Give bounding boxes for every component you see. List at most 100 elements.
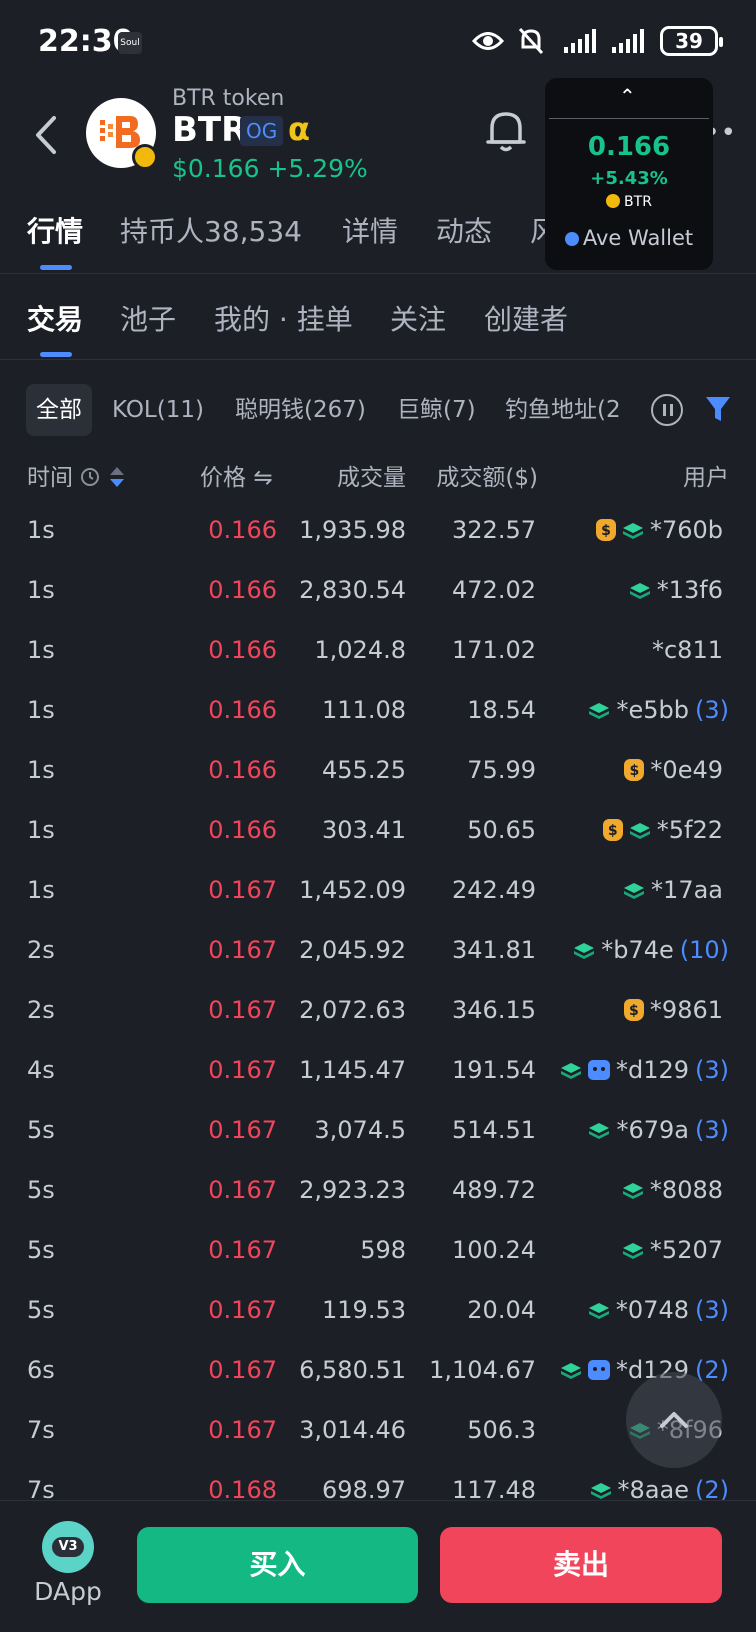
- trade-row[interactable]: 5s 0.167 598 100.24 *5207: [0, 1222, 756, 1282]
- trade-price: 0.166: [208, 696, 277, 724]
- trade-row[interactable]: 1s 0.166 1,935.98 322.57 $ *760b: [0, 502, 756, 562]
- trade-user[interactable]: *e5bb (3): [588, 696, 729, 724]
- trade-user[interactable]: *679a (3): [588, 1116, 729, 1144]
- layers-icon: [560, 1360, 582, 1380]
- trade-user[interactable]: *b74e (10): [573, 936, 729, 964]
- scroll-to-top-button[interactable]: [626, 1372, 722, 1468]
- trade-row[interactable]: 1s 0.166 1,024.8 171.02 *c811: [0, 622, 756, 682]
- trade-user[interactable]: *0748 (3): [588, 1296, 729, 1324]
- trade-user[interactable]: $ *9861: [623, 996, 729, 1024]
- sell-button[interactable]: 卖出: [440, 1527, 722, 1603]
- trade-time: 4s: [27, 1056, 55, 1084]
- trade-user[interactable]: *8088: [622, 1176, 729, 1204]
- trade-user-count: (3): [695, 1116, 729, 1144]
- trade-user[interactable]: *5207: [622, 1236, 729, 1264]
- trade-amount: 472.02: [452, 576, 536, 604]
- trade-row[interactable]: 1s 0.166 2,830.54 472.02 *13f6: [0, 562, 756, 622]
- trade-row[interactable]: 4s 0.167 1,145.47 191.54 *d129 (3): [0, 1042, 756, 1102]
- bell-icon[interactable]: [484, 106, 528, 154]
- trade-time: 7s: [27, 1416, 55, 1444]
- pancakeswap-icon: V3: [42, 1521, 94, 1573]
- trade-price: 0.166: [208, 756, 277, 784]
- tab-holders[interactable]: 持币人38,534: [120, 210, 302, 250]
- trade-amount: 100.24: [452, 1236, 536, 1264]
- tab-details[interactable]: 详情: [342, 210, 398, 250]
- layers-icon: [622, 1240, 644, 1260]
- dapp-button[interactable]: V3 DApp: [24, 1521, 112, 1617]
- trade-time: 5s: [27, 1236, 55, 1264]
- trade-row[interactable]: 2s 0.167 2,045.92 341.81 *b74e (10): [0, 922, 756, 982]
- buy-button[interactable]: 买入: [137, 1527, 418, 1603]
- subtab-my-orders[interactable]: 我的 · 挂单: [214, 298, 353, 338]
- trade-row[interactable]: 1s 0.167 1,452.09 242.49 *17aa: [0, 862, 756, 922]
- header-user: 用户: [683, 465, 729, 491]
- trade-user[interactable]: $ *0e49: [624, 756, 729, 784]
- filter-phishing[interactable]: 钓鱼地址(2): [505, 384, 620, 436]
- layers-icon: [573, 940, 595, 960]
- chevron-up-icon[interactable]: ⌃: [619, 84, 636, 108]
- trade-volume: 3,074.5: [314, 1116, 406, 1144]
- back-arrow-icon[interactable]: [28, 110, 68, 160]
- tab-activity[interactable]: 动态: [436, 210, 492, 250]
- trade-row[interactable]: 7s 0.168 698.97 117.48 *8aae (2): [0, 1462, 756, 1502]
- trade-price: 0.167: [208, 876, 277, 904]
- filter-funnel-icon[interactable]: [704, 394, 732, 424]
- trade-user[interactable]: $ *760b: [595, 516, 729, 544]
- trade-user[interactable]: *d129 (3): [560, 1056, 729, 1084]
- trade-user-address: *d129: [615, 1056, 689, 1084]
- layers-icon: [622, 520, 644, 540]
- trade-user[interactable]: $ *5f22: [602, 816, 729, 844]
- trade-amount: 171.02: [452, 636, 536, 664]
- token-logo[interactable]: [86, 98, 158, 170]
- trade-time: 6s: [27, 1356, 55, 1384]
- trade-row[interactable]: 5s 0.167 3,074.5 514.51 *679a (3): [0, 1102, 756, 1162]
- trade-user[interactable]: *17aa: [623, 876, 729, 904]
- trade-price: 0.167: [208, 1056, 277, 1084]
- money-bag-icon: $: [602, 819, 623, 841]
- token-symbol: BTR: [172, 110, 248, 150]
- subtab-trades[interactable]: 交易: [27, 298, 83, 338]
- filter-whale[interactable]: 巨鲸(7): [397, 384, 476, 436]
- trade-user-address: *679a: [616, 1116, 689, 1144]
- trade-amount: 191.54: [452, 1056, 536, 1084]
- filter-all[interactable]: 全部: [26, 384, 92, 436]
- trade-time: 1s: [27, 576, 55, 604]
- trade-user-address: *760b: [649, 516, 723, 544]
- filter-kol[interactable]: KOL(11): [112, 384, 204, 436]
- trade-price: 0.167: [208, 996, 277, 1024]
- subtab-creator[interactable]: 创建者: [484, 298, 568, 338]
- trade-row[interactable]: 5s 0.167 2,923.23 489.72 *8088: [0, 1162, 756, 1222]
- trade-row[interactable]: 1s 0.166 111.08 18.54 *e5bb (3): [0, 682, 756, 742]
- header-price[interactable]: 价格 ⇋: [200, 458, 273, 492]
- trade-row[interactable]: 5s 0.167 119.53 20.04 *0748 (3): [0, 1282, 756, 1342]
- pause-icon[interactable]: [651, 394, 683, 426]
- trade-user[interactable]: *8aae (2): [590, 1476, 729, 1502]
- status-icons: 39: [472, 26, 723, 56]
- battery-indicator: 39: [660, 26, 723, 56]
- trades-list: 1s 0.166 1,935.98 322.57 $ *760b 1s 0.166 2,830.…: [0, 502, 756, 1502]
- trade-volume: 2,072.63: [299, 996, 406, 1024]
- trade-row[interactable]: 1s 0.166 455.25 75.99 $ *0e49: [0, 742, 756, 802]
- trades-table-header: 时间 价格 ⇋ 成交量 成交额($) 用户: [0, 452, 756, 496]
- trade-user-address: *17aa: [651, 876, 723, 904]
- sub-tab-indicator: [40, 352, 72, 357]
- trade-volume: 1,935.98: [299, 516, 406, 544]
- trade-row[interactable]: 2s 0.167 2,072.63 346.15 $ *9861: [0, 982, 756, 1042]
- filter-smart-money[interactable]: 聪明钱(267): [235, 384, 366, 436]
- ave-wallet-widget[interactable]: ⌃ 0.166 +5.43% BTR Ave Wallet: [545, 78, 713, 270]
- trade-amount: 346.15: [452, 996, 536, 1024]
- layers-icon: [590, 1480, 612, 1500]
- header-time[interactable]: 时间: [27, 458, 126, 492]
- layers-icon: [623, 880, 645, 900]
- swap-arrows-icon[interactable]: ⇋: [253, 465, 272, 491]
- trade-user[interactable]: *13f6: [629, 576, 729, 604]
- subtab-following[interactable]: 关注: [390, 298, 446, 338]
- sort-icon[interactable]: [108, 465, 126, 489]
- trade-volume: 119.53: [322, 1296, 406, 1324]
- mute-bell-icon: [518, 27, 544, 55]
- trade-row[interactable]: 1s 0.166 303.41 50.65 $ *5f22: [0, 802, 756, 862]
- trade-user-address: *0748: [615, 1296, 689, 1324]
- subtab-pools[interactable]: 池子: [120, 298, 176, 338]
- tab-market[interactable]: 行情: [27, 210, 83, 250]
- trade-user[interactable]: *c811: [652, 636, 729, 664]
